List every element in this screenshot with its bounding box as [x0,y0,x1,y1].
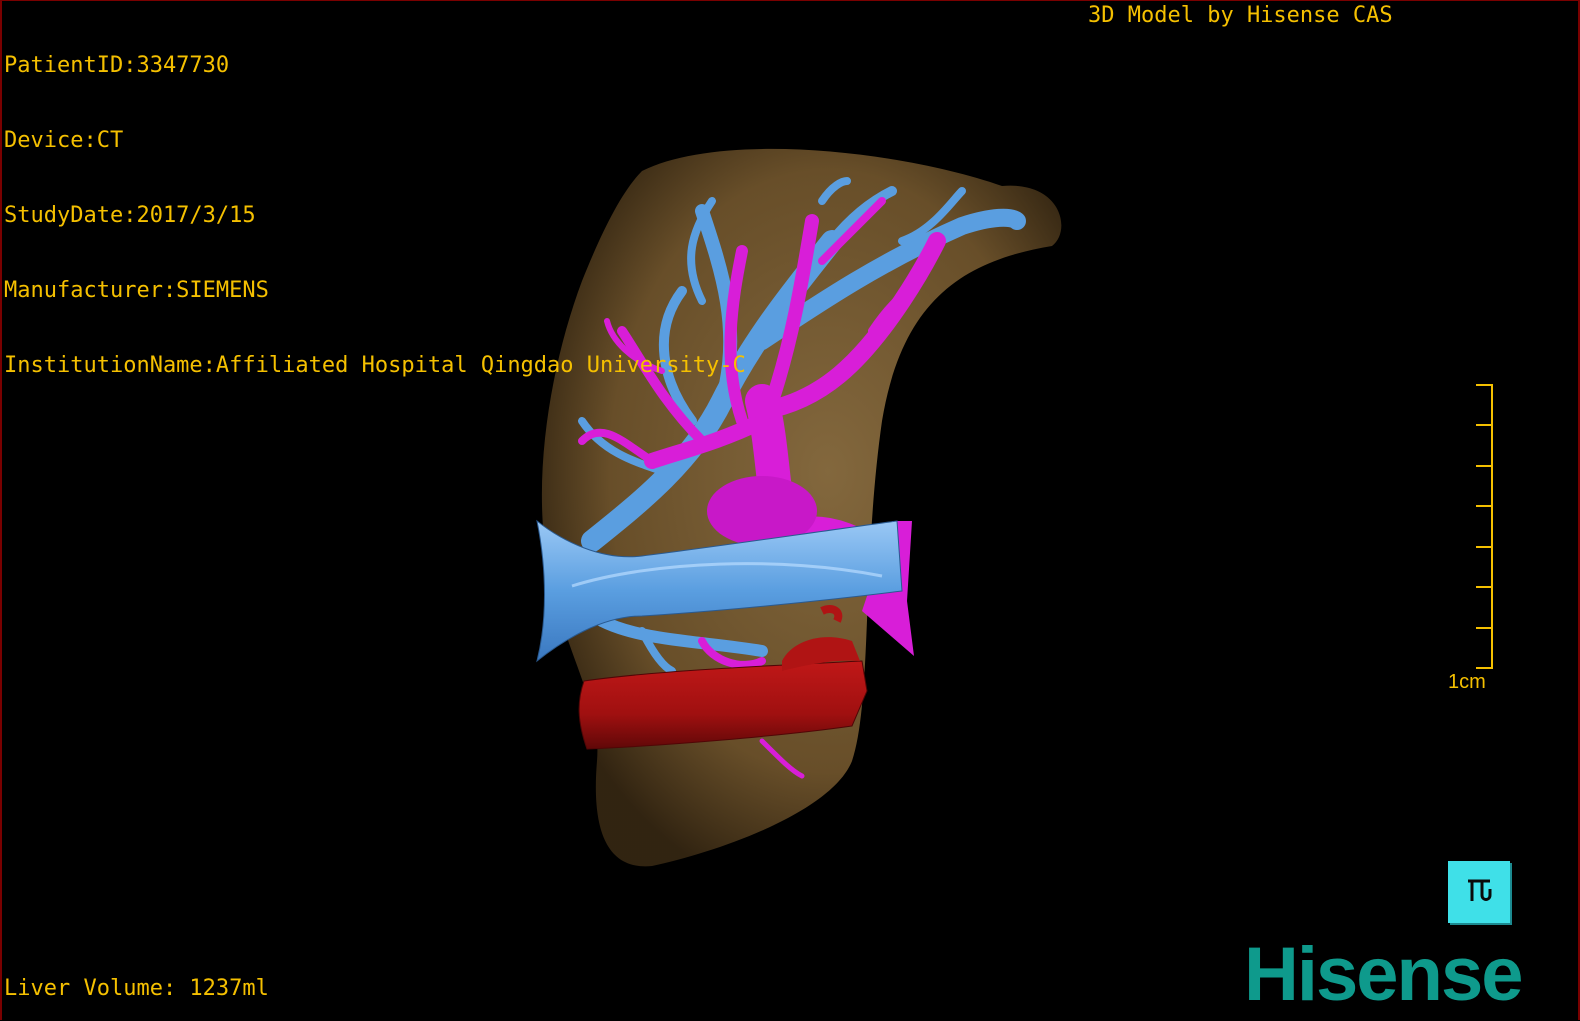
model-caption: 3D Model by Hisense CAS [1088,3,1393,28]
orientation-cube-icon[interactable] [1448,861,1510,923]
hisense-logo: Hisense [1244,932,1523,1017]
orientation-glyph-icon [1468,879,1492,901]
liver-volume: Liver Volume: 1237ml [4,976,269,1001]
scale-ruler [1476,384,1493,669]
patient-id: PatientID:3347730 [4,53,230,78]
study-date: StudyDate:2017/3/15 [4,203,256,228]
institution-name: InstitutionName:Affiliated Hospital Qing… [4,353,746,378]
3d-viewport[interactable]: PatientID:3347730 Device:CT StudyDate:20… [0,0,1580,1020]
patient-info-overlay: PatientID:3347730 Device:CT StudyDate:20… [4,3,746,428]
scale-label: 1cm [1448,671,1486,693]
device: Device:CT [4,128,124,153]
manufacturer: Manufacturer:SIEMENS [4,278,269,303]
